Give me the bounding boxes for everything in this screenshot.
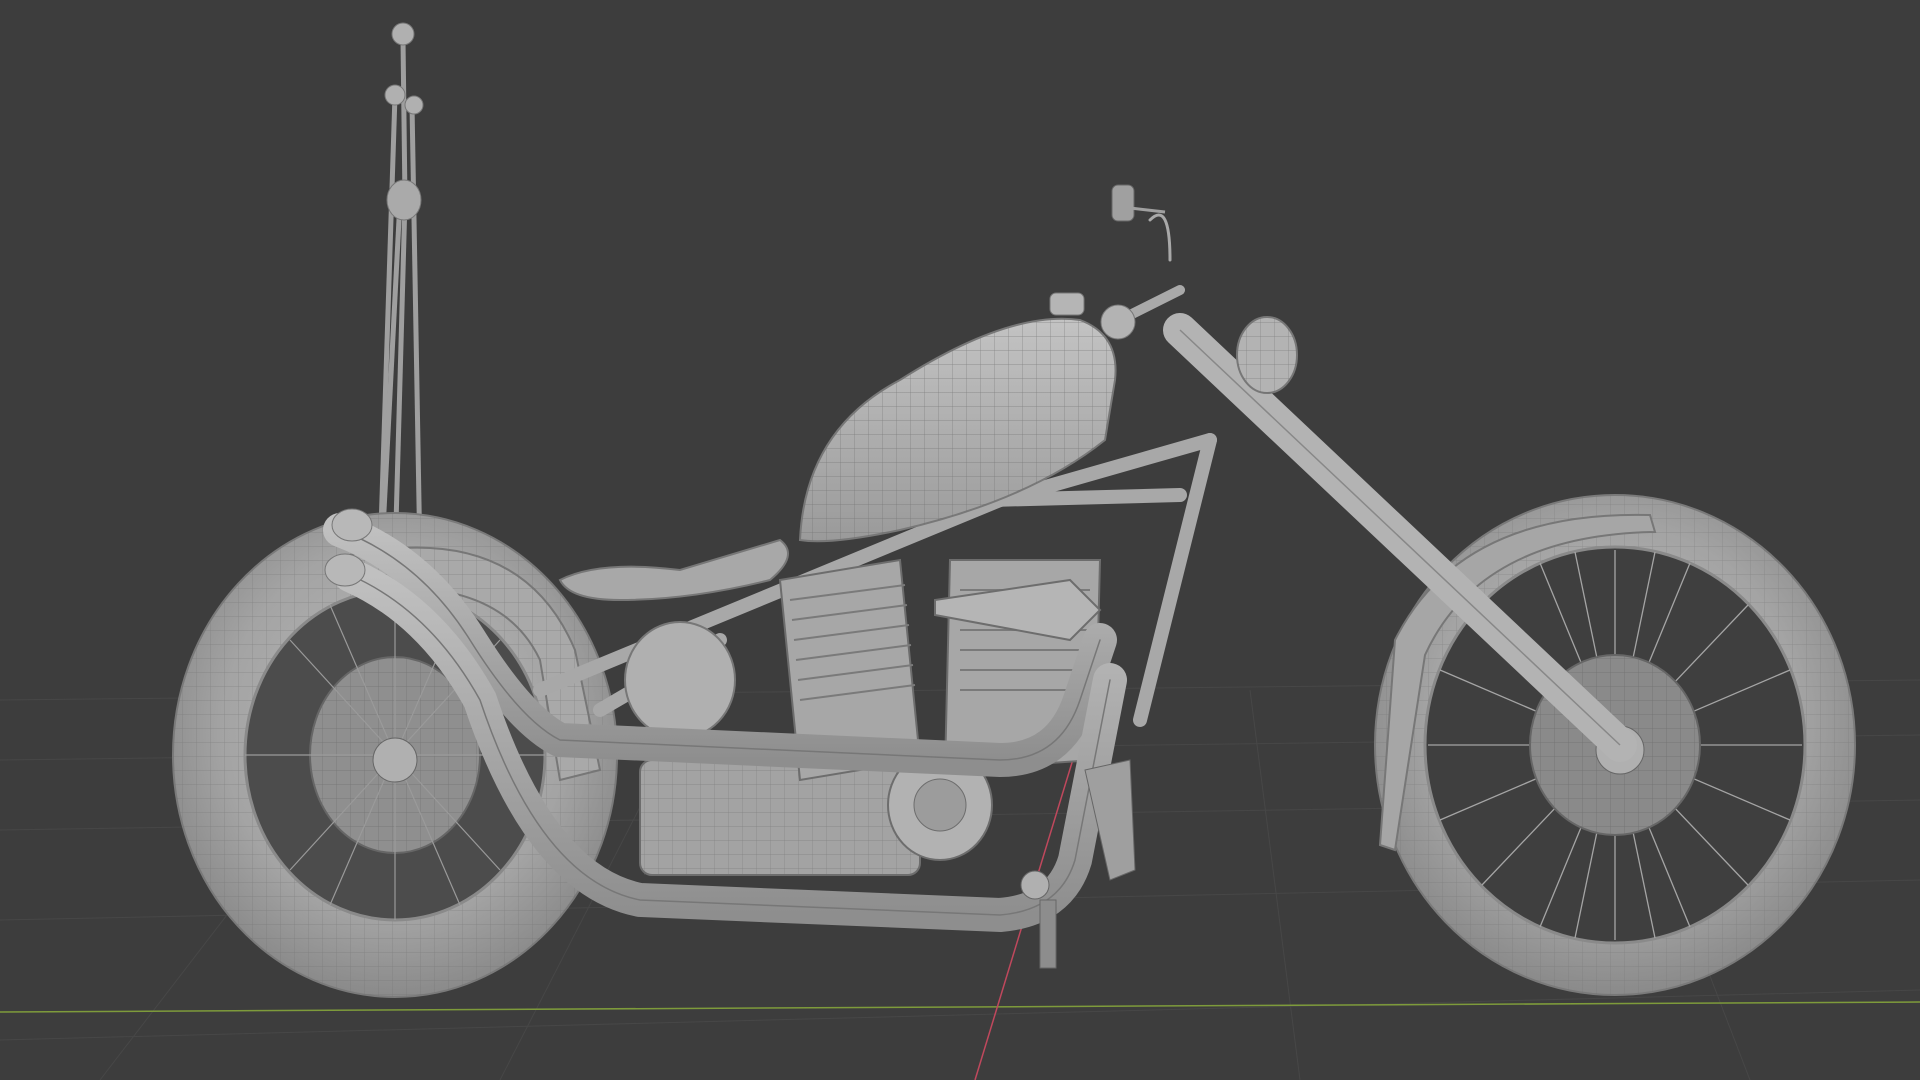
x-axis-line	[0, 1001, 1920, 1013]
handlebar[interactable]	[1115, 213, 1185, 325]
oil-tank[interactable]	[624, 621, 736, 739]
sissy-bar-collar[interactable]	[386, 179, 422, 221]
exhaust-tip-upper[interactable]	[331, 508, 373, 542]
kickstand[interactable]	[1039, 899, 1057, 969]
viewport-canvas[interactable]	[0, 0, 1920, 1080]
3d-viewport[interactable]	[0, 0, 1920, 1080]
handlebar-grip[interactable]	[1100, 304, 1136, 340]
seat[interactable]	[558, 538, 789, 602]
sissy-bar-knob-mid[interactable]	[384, 84, 406, 106]
sissy-bar-knob-side[interactable]	[404, 95, 424, 115]
exhaust-tip-lower[interactable]	[324, 553, 366, 587]
mirror[interactable]	[1111, 184, 1135, 222]
motorcycle-model[interactable]	[172, 22, 1856, 998]
foot-peg[interactable]	[1020, 870, 1050, 900]
sissy-bar-knob-top[interactable]	[391, 22, 415, 46]
